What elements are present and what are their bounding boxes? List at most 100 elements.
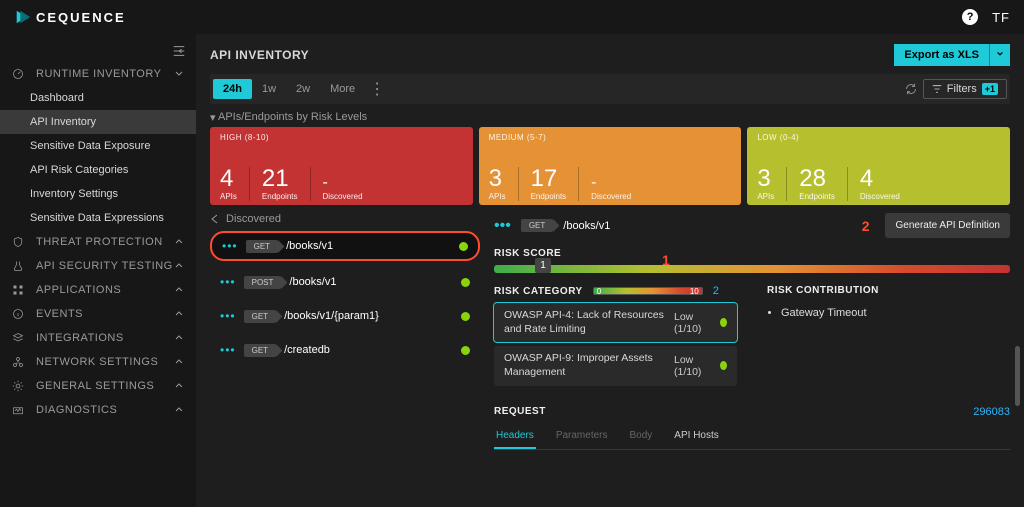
risk-card-label: MEDIUM (5-7) — [489, 133, 732, 142]
risk-category-scale: 0 10 — [593, 287, 703, 295]
gear-icon — [12, 380, 24, 392]
nav-section-label: INTEGRATIONS — [36, 332, 124, 344]
more-icon[interactable]: ••• — [220, 309, 236, 323]
time-more[interactable]: More — [320, 79, 365, 99]
risk-header[interactable]: ▾ APIs/Endpoints by Risk Levels — [210, 110, 1010, 123]
help-icon[interactable]: ? — [962, 9, 978, 25]
scale-hi: 10 — [690, 287, 699, 296]
more-icon[interactable]: ••• — [222, 239, 238, 253]
filters-label: Filters — [947, 83, 977, 95]
detail-path: /books/v1 — [563, 220, 610, 232]
status-dot-icon — [461, 278, 470, 287]
endpoint-row[interactable]: ••• GET /createdb — [210, 337, 480, 363]
nav-section-label: NETWORK SETTINGS — [36, 356, 158, 368]
metric-label: Discovered — [323, 193, 363, 201]
user-initials[interactable]: TF — [992, 10, 1010, 25]
collapse-icon[interactable] — [172, 44, 186, 58]
tab-body[interactable]: Body — [628, 424, 655, 449]
grid-icon — [12, 284, 24, 296]
nav-section-label: APPLICATIONS — [36, 284, 121, 296]
nav-section-runtime[interactable]: RUNTIME INVENTORY — [0, 62, 196, 86]
risk-card-high[interactable]: HIGH (8-10) 4APIs 21Endpoints -Discovere… — [210, 127, 473, 205]
time-2w[interactable]: 2w — [286, 79, 320, 99]
risk-category-label: RISK CATEGORY — [494, 286, 583, 297]
time-1w[interactable]: 1w — [252, 79, 286, 99]
metric-label: Discovered — [591, 193, 631, 201]
endpoint-row[interactable]: ••• POST /books/v1 — [210, 269, 480, 295]
tab-parameters[interactable]: Parameters — [554, 424, 610, 449]
more-icon[interactable]: ••• — [220, 275, 236, 289]
risk-cards: HIGH (8-10) 4APIs 21Endpoints -Discovere… — [210, 127, 1010, 205]
time-range-bar: 24h 1w 2w More ⋮ Filters +1 — [210, 74, 1010, 104]
method-badge: GET — [246, 240, 278, 253]
sidebar-item-inventory-settings[interactable]: Inventory Settings — [0, 182, 196, 206]
endpoint-list-col: Discovered 1 ••• GET /books/v1 ••• POST … — [210, 213, 480, 450]
risk-category-card[interactable]: OWASP API-4: Lack of Resources and Rate … — [494, 303, 737, 342]
status-dot-icon — [461, 312, 470, 321]
method-badge: GET — [244, 344, 276, 357]
export-button[interactable]: Export as XLS — [894, 44, 989, 66]
sidebar-item-dashboard[interactable]: Dashboard — [0, 86, 196, 110]
gauge-icon — [12, 68, 24, 80]
chevron-up-icon — [174, 405, 184, 415]
request-tabs: Headers Parameters Body API Hosts — [494, 424, 1010, 450]
chevron-up-icon — [174, 309, 184, 319]
flask-icon — [12, 260, 24, 272]
metric-label: APIs — [489, 193, 506, 201]
risk-category-card[interactable]: OWASP API-9: Improper Assets Management … — [494, 346, 737, 385]
nav-section-general[interactable]: GENERAL SETTINGS — [0, 374, 196, 398]
risk-card-low[interactable]: LOW (0-4) 3APIs 28Endpoints 4Discovered — [747, 127, 1010, 205]
status-dot-icon — [459, 242, 468, 251]
method-badge: POST — [244, 276, 282, 289]
metric-label: Endpoints — [262, 193, 298, 201]
metric-value: 4 — [220, 167, 237, 191]
more-icon[interactable]: ••• — [494, 217, 511, 235]
sidebar-item-sensitive-data-exposure[interactable]: Sensitive Data Exposure — [0, 134, 196, 158]
metric-value: - — [591, 175, 631, 191]
metric-label: APIs — [220, 193, 237, 201]
risk-card-label: LOW (0-4) — [757, 133, 1000, 142]
metric-value: 28 — [799, 167, 835, 191]
risk-card-medium[interactable]: MEDIUM (5-7) 3APIs 17Endpoints -Discover… — [479, 127, 742, 205]
sidebar: RUNTIME INVENTORY Dashboard API Inventor… — [0, 34, 196, 507]
discovered-header[interactable]: Discovered — [210, 213, 480, 225]
contribution-item: Gateway Timeout — [781, 307, 1010, 319]
filters-count: +1 — [982, 83, 998, 95]
nav-section-diagnostics[interactable]: DIAGNOSTICS — [0, 398, 196, 422]
metric-label: APIs — [757, 193, 774, 201]
metric-value: 21 — [262, 167, 298, 191]
request-label: REQUEST — [494, 406, 546, 417]
scrollbar-thumb[interactable] — [1015, 346, 1020, 406]
generate-api-definition-button[interactable]: Generate API Definition — [885, 213, 1010, 238]
shield-icon — [12, 236, 24, 248]
risk-score-marker: 1 — [535, 258, 551, 273]
risk-category-name: OWASP API-4: Lack of Resources and Rate … — [504, 309, 664, 336]
nav-section-events[interactable]: EVENTS — [0, 302, 196, 326]
nav-section-network[interactable]: NETWORK SETTINGS — [0, 350, 196, 374]
endpoint-row[interactable]: ••• GET /books/v1/{param1} — [210, 303, 480, 329]
nav-section-label: API SECURITY TESTING — [36, 260, 173, 272]
nav-section-applications[interactable]: APPLICATIONS — [0, 278, 196, 302]
sidebar-item-api-risk-categories[interactable]: API Risk Categories — [0, 158, 196, 182]
risk-category-count: 2 — [713, 285, 719, 297]
export-dropdown[interactable] — [989, 44, 1010, 66]
tab-headers[interactable]: Headers — [494, 424, 536, 449]
endpoint-path: /books/v1 — [289, 276, 453, 288]
filters-button[interactable]: Filters +1 — [923, 79, 1007, 99]
risk-score-label: RISK SCORE — [494, 248, 1010, 259]
nav-section-integrations[interactable]: INTEGRATIONS — [0, 326, 196, 350]
status-dot-icon — [720, 361, 727, 370]
nav-section-testing[interactable]: API SECURITY TESTING — [0, 254, 196, 278]
tab-api-hosts[interactable]: API Hosts — [672, 424, 720, 449]
refresh-icon[interactable] — [899, 77, 923, 101]
more-icon[interactable]: ••• — [220, 343, 236, 357]
endpoint-row[interactable]: ••• GET /books/v1 — [210, 231, 480, 261]
method-badge: GET — [244, 310, 276, 323]
time-24h[interactable]: 24h — [213, 79, 252, 99]
more-options-icon[interactable]: ⋮ — [365, 77, 389, 101]
sidebar-item-api-inventory[interactable]: API Inventory — [0, 110, 196, 134]
nav-section-label: GENERAL SETTINGS — [36, 380, 154, 392]
nav-section-threat[interactable]: THREAT PROTECTION — [0, 230, 196, 254]
sidebar-item-sensitive-data-expr[interactable]: Sensitive Data Expressions — [0, 206, 196, 230]
request-count: 296083 — [973, 406, 1010, 418]
